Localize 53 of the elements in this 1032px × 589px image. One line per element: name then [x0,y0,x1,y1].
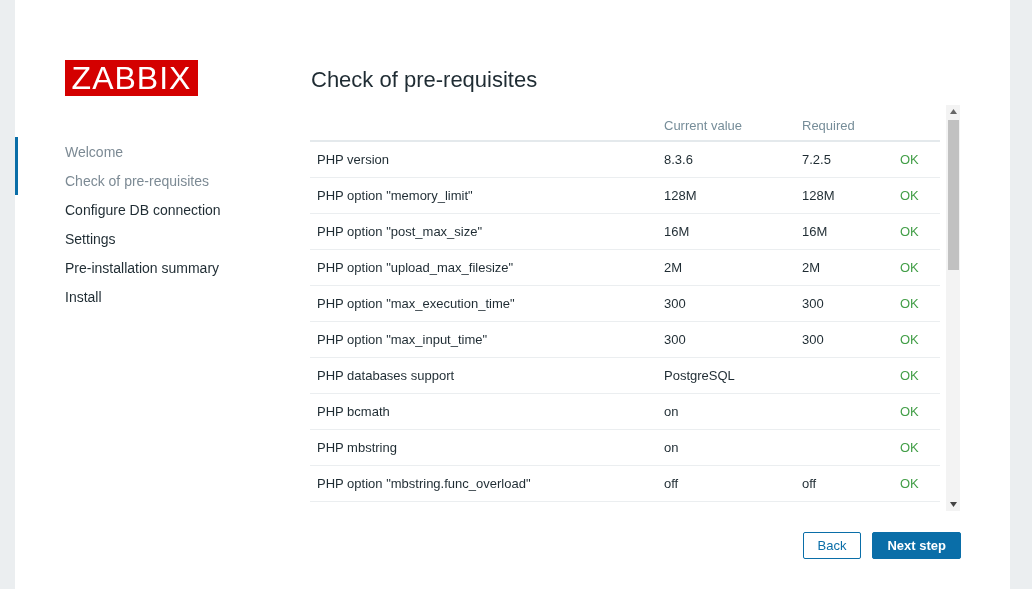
scroll-up-icon[interactable] [949,109,957,114]
table-cell: PHP option "post_max_size" [317,224,483,239]
status-text: OK [900,476,919,491]
scroll-thumb[interactable] [947,120,959,270]
table-cell: 300 [802,332,824,347]
table-cell: 2M [802,260,821,275]
table-cell: PHP option "max_input_time" [317,332,488,347]
step-item: Configure DB connection [65,201,221,218]
table-cell: 16M [664,224,690,239]
table-cell: 300 [664,296,686,311]
page-title: Check of pre-requisites [311,67,539,94]
table-cell: off [664,476,679,491]
status-text: OK [900,368,919,383]
status-text: OK [900,152,919,167]
column-header: Current value [664,117,743,133]
table-cell: 300 [802,296,824,311]
table-cell: PostgreSQL [664,368,735,383]
table-cell: 128M [664,188,697,203]
table-cell: PHP mbstring [317,440,397,455]
status-text: OK [900,260,919,275]
back-button[interactable]: Back [802,532,862,559]
status-text: OK [900,188,919,203]
table-cell: PHP option "upload_max_filesize" [317,260,514,275]
table-cell: 2M [664,260,683,275]
table-cell: PHP version [317,152,389,167]
table-cell: on [664,440,679,455]
table-cell: PHP bcmath [317,404,390,419]
table-cell: PHP option "max_execution_time" [317,296,515,311]
scrollbar[interactable] [946,105,960,511]
status-text: OK [900,224,919,239]
status-text: OK [900,404,919,419]
status-text: OK [900,440,919,455]
table-cell: 7.2.5 [802,152,831,167]
scroll-down-icon[interactable] [949,502,957,507]
zabbix-logo: ZABBIX [65,60,198,96]
status-text: OK [900,296,919,311]
table-cell: PHP option "memory_limit" [317,188,473,203]
table-cell: 16M [802,224,828,239]
table-cell: PHP option "mbstring.func_overload" [317,476,531,491]
table-cell: 128M [802,188,835,203]
table-cell: off [802,476,817,491]
step-item: Install [65,288,102,305]
table-cell: PHP databases support [317,368,455,383]
table-cell: on [664,404,679,419]
status-text: OK [900,332,919,347]
table-cell: 8.3.6 [664,152,693,167]
next-step-button[interactable]: Next step [872,532,961,559]
column-header: Required [802,117,855,133]
table-cell: 300 [664,332,686,347]
step-item: Welcome [65,143,124,160]
step-item: Check of pre-requisites [65,172,209,189]
step-item: Settings [65,230,116,247]
step-item: Pre-installation summary [65,259,220,276]
